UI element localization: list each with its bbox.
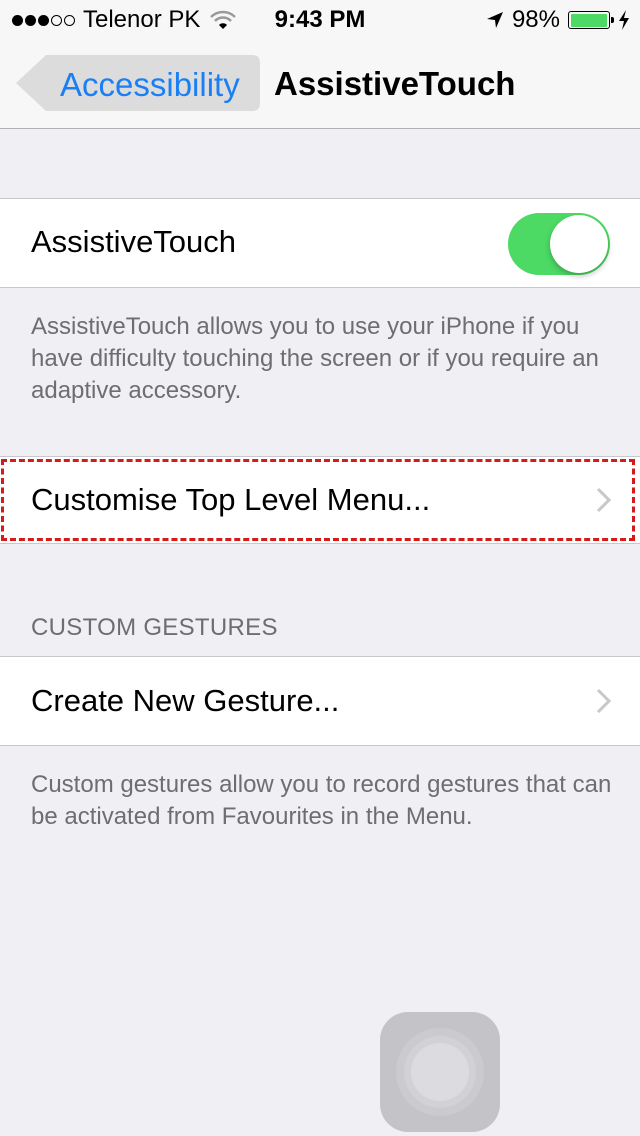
assistive-touch-toggle[interactable] <box>508 213 610 275</box>
custom-gestures-header: CUSTOM GESTURES <box>31 614 278 641</box>
battery-percent: 98% <box>511 6 560 33</box>
back-button[interactable]: Accessibility <box>16 55 260 111</box>
assistive-touch-label: AssistiveTouch <box>31 224 237 259</box>
assistive-touch-floating-button[interactable] <box>380 1012 500 1132</box>
status-bar: Telenor PK 9:43 PM 98% <box>0 0 640 40</box>
customise-top-level-menu-label: Customise Top Level Menu... <box>31 482 431 517</box>
customise-top-level-menu-cell[interactable]: Customise Top Level Menu... <box>0 456 640 544</box>
create-new-gesture-label: Create New Gesture... <box>31 683 340 718</box>
chevron-right-icon <box>596 487 612 513</box>
custom-gestures-description: Custom gestures allow you to record gest… <box>31 771 612 830</box>
back-button-label: Accessibility <box>60 66 240 103</box>
battery-icon <box>568 11 614 29</box>
toggle-knob <box>550 215 608 273</box>
charging-bolt-icon <box>619 10 629 30</box>
location-arrow-icon <box>486 12 503 28</box>
battery-tip <box>611 17 614 23</box>
create-new-gesture-cell[interactable]: Create New Gesture... <box>0 656 640 746</box>
assistive-touch-description: AssistiveTouch allows you to use your iP… <box>31 313 599 404</box>
battery-fill <box>570 13 607 27</box>
page-title: AssistiveTouch <box>274 65 516 102</box>
assistive-touch-cell: AssistiveTouch <box>0 198 640 288</box>
navigation-bar: Accessibility AssistiveTouch <box>0 40 640 129</box>
assistive-touch-center <box>411 1043 469 1101</box>
chevron-right-icon <box>596 688 612 714</box>
